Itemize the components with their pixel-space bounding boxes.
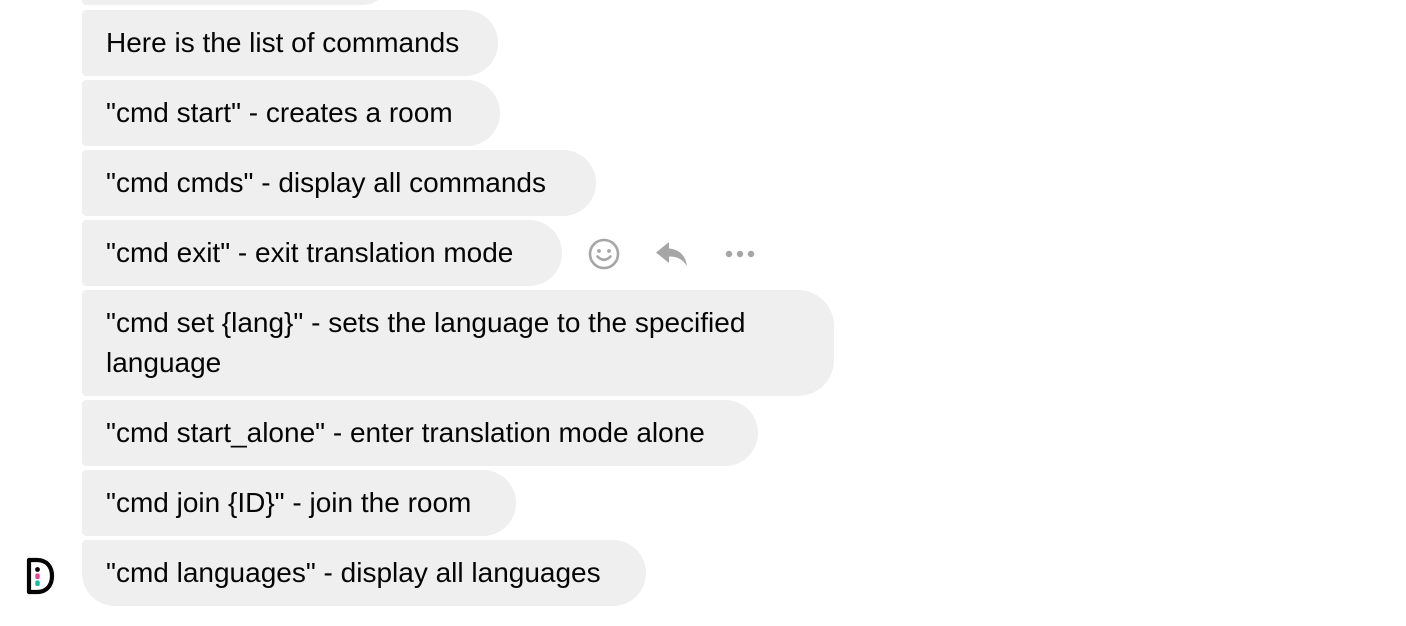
bot-logo-icon xyxy=(26,557,55,595)
message-text: "cmd start_alone" - enter translation mo… xyxy=(106,417,705,448)
react-button[interactable] xyxy=(584,234,624,274)
message-bubble[interactable]: "cmd join {ID}" - join the room xyxy=(82,470,516,536)
message-bubble[interactable]: "cmd languages" - display all languages xyxy=(82,540,646,606)
message-bubble[interactable]: "cmd exit" - exit translation mode xyxy=(82,220,562,286)
smiley-icon xyxy=(588,238,620,270)
message-actions xyxy=(584,234,760,274)
message-text: "cmd join {ID}" - join the room xyxy=(106,487,472,518)
message-text: "cmd cmds" - display all commands xyxy=(106,167,547,198)
more-icon xyxy=(725,250,755,258)
message-thread: Here is the list of commands "cmd start"… xyxy=(0,0,1406,626)
message-bubble[interactable]: Here is the list of commands xyxy=(82,10,498,76)
message-bubble[interactable]: "cmd set {lang}" - sets the language to … xyxy=(82,290,834,396)
message-bubble[interactable]: "cmd start" - creates a room xyxy=(82,80,500,146)
reply-icon xyxy=(656,242,687,266)
message-text: "cmd exit" - exit translation mode xyxy=(106,237,514,268)
message-bubble[interactable]: "cmd cmds" - display all commands xyxy=(82,150,596,216)
avatar[interactable] xyxy=(24,556,56,596)
message-bubble[interactable]: "cmd start_alone" - enter translation mo… xyxy=(82,400,758,466)
reply-button[interactable] xyxy=(652,234,692,274)
message-text: Here is the list of commands xyxy=(106,27,460,58)
message-text: "cmd start" - creates a room xyxy=(106,97,453,128)
more-button[interactable] xyxy=(720,234,760,274)
message-text: "cmd set {lang}" - sets the language to … xyxy=(106,307,746,378)
previous-message-bubble[interactable] xyxy=(82,0,386,5)
message-text: "cmd languages" - display all languages xyxy=(106,557,601,588)
